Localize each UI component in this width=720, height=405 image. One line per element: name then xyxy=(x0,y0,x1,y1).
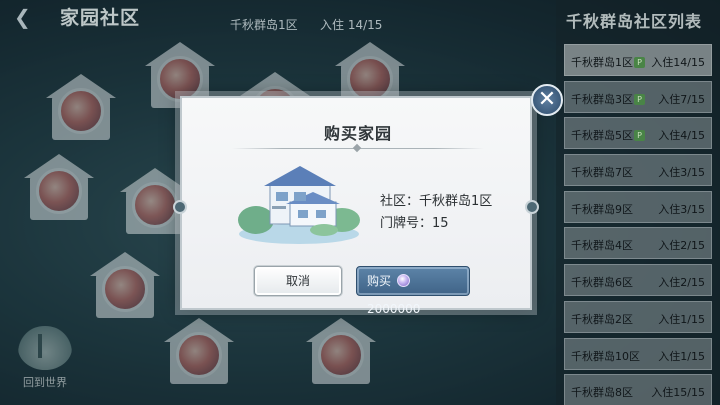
house-slot[interactable] xyxy=(90,252,160,318)
community-name: 千秋群岛7区 xyxy=(571,166,633,180)
back-arrow-icon[interactable]: ❮ xyxy=(14,6,44,28)
community-list: 千秋群岛1区 P 入住14/15 千秋群岛3区 P 入住7/15 千秋群岛5区 P 入… xyxy=(564,44,712,405)
community-name: 千秋群岛3区 xyxy=(571,92,633,106)
house-slot[interactable] xyxy=(306,318,376,384)
community-list-item[interactable]: 千秋群岛1区 P 入住14/15 xyxy=(564,44,712,76)
community-name: 千秋群岛5区 xyxy=(571,129,633,143)
community-name: 千秋群岛10区 xyxy=(571,349,640,363)
community-occupancy: 入住4/15 xyxy=(658,129,705,143)
buy-button[interactable]: 购买 2000000 xyxy=(356,266,470,316)
page-title: 家园社区 xyxy=(60,7,141,29)
house-avatar xyxy=(36,168,82,214)
buy-label: 购买 xyxy=(367,274,392,288)
community-list-item[interactable]: 千秋群岛9区 入住3/15 xyxy=(564,190,712,223)
cancel-button[interactable]: 取消 xyxy=(254,266,342,296)
house-illustration xyxy=(238,166,360,244)
house-avatar xyxy=(318,332,364,378)
community-list-title: 千秋群岛社区列表 xyxy=(566,12,703,31)
title-divider xyxy=(232,148,484,149)
current-island-label: 千秋群岛1区 xyxy=(230,18,298,32)
community-occupancy: 入住3/15 xyxy=(658,202,705,216)
community-occupancy: 入住1/15 xyxy=(658,349,705,363)
house-avatar xyxy=(102,266,148,312)
friend-tag-icon: P xyxy=(634,57,645,68)
community-occupancy: 入住14/15 xyxy=(651,56,705,69)
community-list-item[interactable]: 千秋群岛6区 入住2/15 xyxy=(564,264,712,297)
house-slot[interactable] xyxy=(46,74,116,140)
community-name: 千秋群岛2区 xyxy=(571,312,633,326)
dialog-ornament xyxy=(525,200,539,214)
community-name: 千秋群岛9区 xyxy=(571,202,633,216)
community-occupancy: 入住3/15 xyxy=(658,166,705,180)
buy-home-dialog: 购买家园 社区：千秋群岛1区 门牌号：15 取消 购买 2000000 xyxy=(173,96,539,316)
community-name: 千秋群岛6区 xyxy=(571,276,633,290)
community-occupancy: 入住1/15 xyxy=(658,312,705,326)
house-avatar xyxy=(132,182,178,228)
community-list-item[interactable]: 千秋群岛10区 入住1/15 xyxy=(564,337,712,370)
back-to-world-label: 回到世界 xyxy=(23,376,67,389)
community-list-item[interactable]: 千秋群岛3区 P 入住7/15 xyxy=(564,80,712,113)
friend-tag-icon: P xyxy=(634,93,645,105)
buy-price: 2000000 xyxy=(367,302,421,316)
community-name: 千秋群岛1区 xyxy=(571,56,633,69)
gem-coin-icon xyxy=(396,274,410,287)
door-number-info: 门牌号：15 xyxy=(380,216,449,231)
community-occupancy: 入住7/15 xyxy=(658,92,705,106)
community-list-item[interactable]: 千秋群岛2区 入住1/15 xyxy=(564,300,712,333)
community-list-item[interactable]: 千秋群岛4区 入住2/15 xyxy=(564,227,712,260)
dialog-ornament xyxy=(173,200,187,214)
community-list-item[interactable]: 千秋群岛8区 入住15/15 xyxy=(564,374,712,405)
community-name: 千秋群岛4区 xyxy=(571,239,633,253)
community-occupancy: 入住2/15 xyxy=(658,276,705,290)
back-to-world-button[interactable]: 回到世界 xyxy=(14,326,76,396)
house-slot[interactable] xyxy=(24,154,94,220)
community-list-item[interactable]: 千秋群岛7区 入住3/15 xyxy=(564,154,712,187)
friend-tag-icon: P xyxy=(634,130,645,142)
current-occupancy-label: 入住 14/15 xyxy=(320,18,383,32)
dialog-title: 购买家园 xyxy=(323,124,392,143)
community-occupancy: 入住2/15 xyxy=(658,239,705,253)
house-avatar xyxy=(58,88,104,134)
house-avatar xyxy=(176,332,222,378)
house-slot[interactable] xyxy=(164,318,234,384)
community-list-item[interactable]: 千秋群岛5区 P 入住4/15 xyxy=(564,117,712,150)
community-name: 千秋群岛8区 xyxy=(571,386,633,400)
close-icon[interactable]: ✕ xyxy=(531,84,563,116)
community-occupancy: 入住15/15 xyxy=(651,386,705,400)
community-info: 社区：千秋群岛1区 xyxy=(380,194,493,209)
island-palm-icon xyxy=(18,326,72,370)
